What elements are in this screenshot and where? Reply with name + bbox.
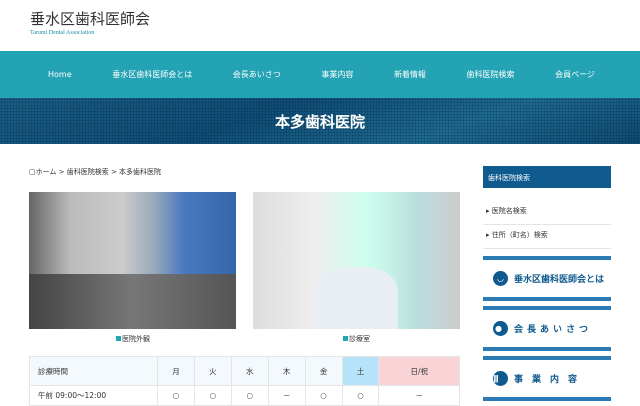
nav-activities[interactable]: 事業内容 xyxy=(321,69,353,80)
sidebar-link-address-search[interactable]: ▸ 住所（町名）検索 xyxy=(483,222,611,249)
nav-members[interactable]: 会員ページ xyxy=(555,69,595,80)
nav-home[interactable]: Home xyxy=(48,70,72,79)
nav-about[interactable]: 垂水区歯科医師会とは xyxy=(112,69,192,80)
header-cell: 金 xyxy=(304,356,343,386)
header-cell: 診療時間 xyxy=(29,356,158,386)
cell: － xyxy=(267,385,306,406)
banner-activities[interactable]: ǁ 事業内容 xyxy=(483,356,611,401)
cell: － xyxy=(378,385,460,406)
breadcrumb: ▢ホーム > 歯科医院検索 > 本多歯科医院 xyxy=(29,168,162,176)
main-nav: Home 垂水区歯科医師会とは 会長あいさつ 事業内容 新着情報 歯科医院検索 … xyxy=(0,51,640,98)
cell: ○ xyxy=(304,385,343,406)
table-header: 診療時間 月 火 水 木 金 土 日/祝 xyxy=(29,356,460,386)
banner-about[interactable]: ◡ 垂水区歯科医師会とは xyxy=(483,256,611,301)
treatment-room-photo xyxy=(253,192,460,329)
nav-clinic-search[interactable]: 歯科医院検索 xyxy=(467,69,515,80)
person-icon: ● xyxy=(493,321,508,336)
site-logo[interactable]: 垂水区歯科医師会 Tarumi Dental Association xyxy=(30,8,150,36)
header-cell: 火 xyxy=(193,356,232,386)
cell: ○ xyxy=(193,385,232,406)
cell: ○ xyxy=(230,385,269,406)
sidebar-heading: 歯科医院検索 xyxy=(483,166,611,188)
cell: 午前 09:00～12:00 xyxy=(29,385,158,406)
page-title: 本多歯科医院 xyxy=(274,112,365,131)
nav-greeting[interactable]: 会長あいさつ xyxy=(233,69,281,80)
header-cell: 水 xyxy=(230,356,269,386)
clinic-exterior-photo xyxy=(29,192,236,329)
header-cell: 日/祝 xyxy=(378,356,460,386)
sidebar-link-name-search[interactable]: ▸ 医院名検索 xyxy=(483,198,611,225)
banner-greeting[interactable]: ● 会長あいさつ xyxy=(483,306,611,351)
table-row: 午前 09:00～12:00 ○ ○ ○ － ○ ○ － xyxy=(29,385,460,406)
photo-caption: 診療室 xyxy=(343,334,370,344)
header-cell: 土 xyxy=(341,356,380,386)
page-banner: 本多歯科医院 xyxy=(0,98,640,144)
nav-news[interactable]: 新着情報 xyxy=(394,69,426,80)
tooth-icon: ◡ xyxy=(493,271,508,286)
header-cell: 木 xyxy=(267,356,306,386)
utensils-icon: ǁ xyxy=(493,371,508,386)
header-cell: 月 xyxy=(157,356,195,386)
cell: ○ xyxy=(157,385,195,406)
site-subtitle: Tarumi Dental Association xyxy=(30,30,95,36)
cell: ○ xyxy=(341,385,380,406)
site-title: 垂水区歯科医師会 xyxy=(30,10,151,28)
home-icon: ▢ xyxy=(29,168,36,176)
photo-caption: 医院外観 xyxy=(116,334,150,344)
schedule-table: 診療時間 月 火 水 木 金 土 日/祝 午前 09:00～12:00 ○ ○ … xyxy=(29,356,460,406)
